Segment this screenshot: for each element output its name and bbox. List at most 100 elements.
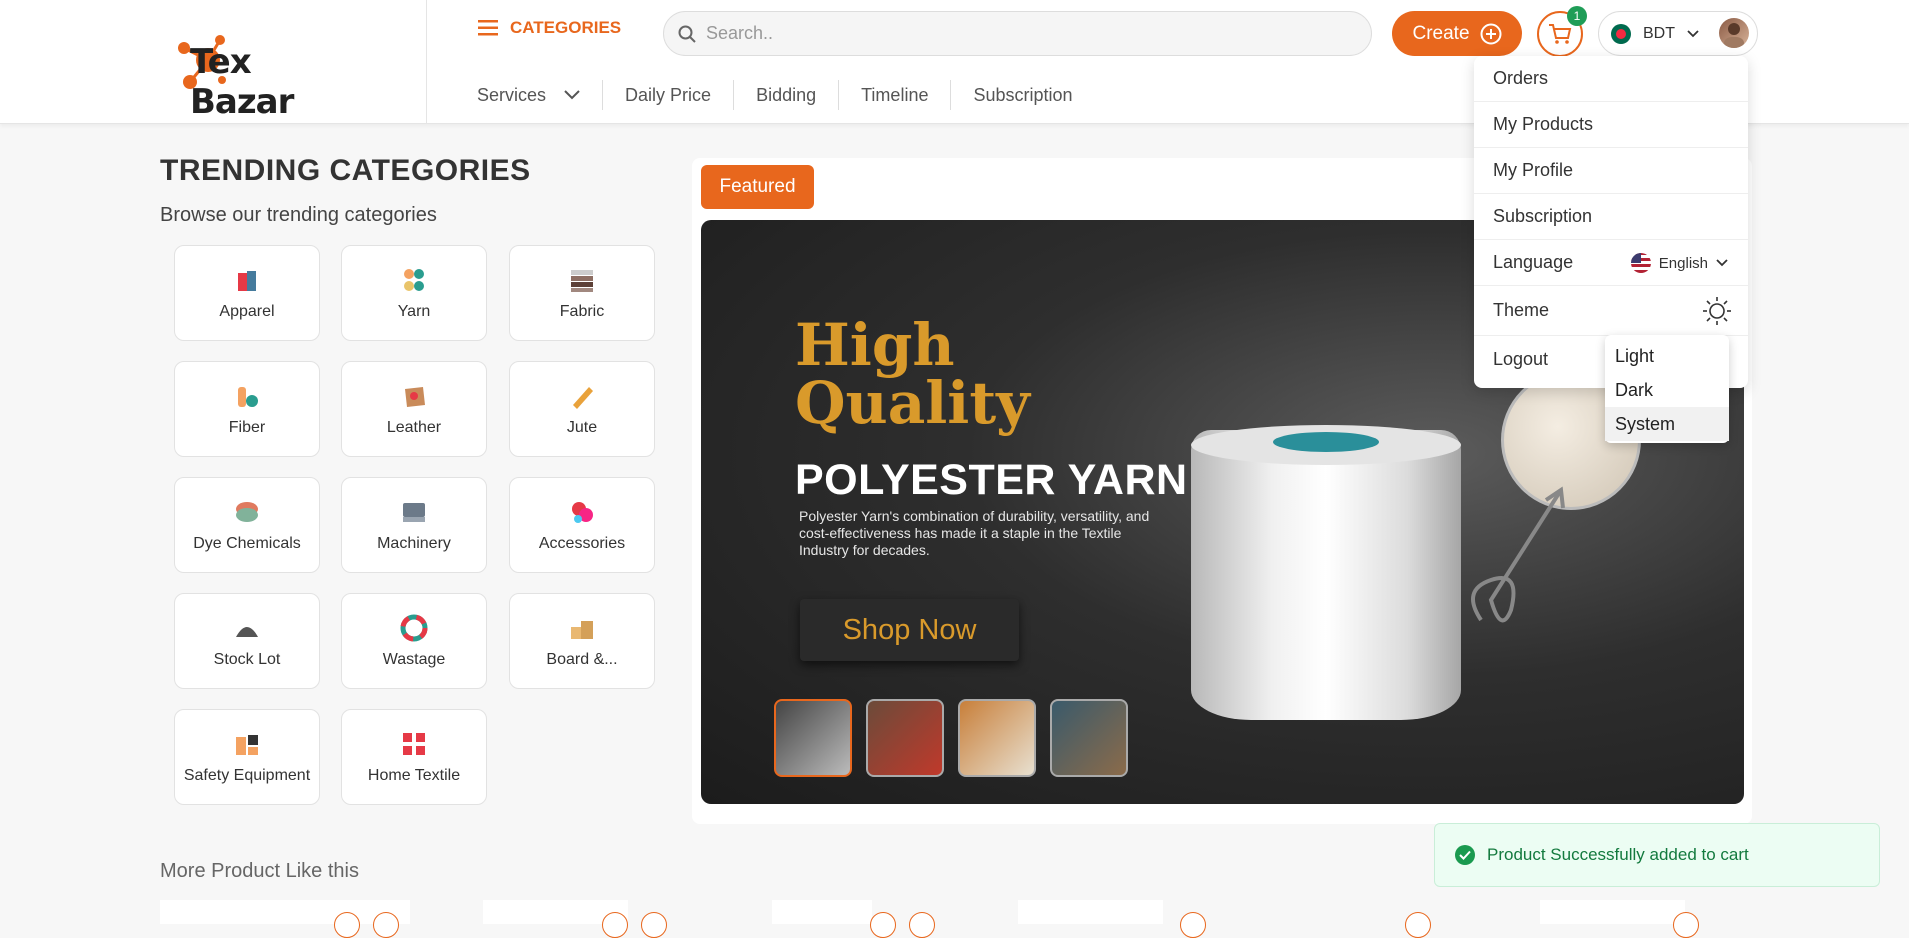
category-label: Leather (386, 419, 442, 436)
category-accessories[interactable]: Accessories (509, 477, 655, 573)
menu-orders[interactable]: Orders (1474, 56, 1748, 102)
cart-button[interactable]: 1 (1537, 6, 1587, 57)
search-bar[interactable] (663, 11, 1372, 56)
wishlist-heart-icon[interactable] (1673, 912, 1699, 938)
theme-option-system[interactable]: System (1605, 407, 1729, 441)
category-fiber[interactable]: Fiber (174, 361, 320, 457)
language-selector[interactable]: English (1630, 240, 1728, 286)
category-label: Board &... (546, 651, 618, 668)
check-circle-icon (1455, 845, 1475, 865)
category-machinery[interactable]: Machinery (341, 477, 487, 573)
category-dye-chemicals[interactable]: Dye Chemicals (174, 477, 320, 573)
wishlist-heart-icon[interactable] (870, 912, 896, 938)
nav-timeline-label: Timeline (861, 84, 929, 105)
nav-bidding[interactable]: Bidding (733, 80, 838, 110)
banner-headline: High Quality (795, 316, 1030, 432)
category-yarn[interactable]: Yarn (341, 245, 487, 341)
nav-daily-price[interactable]: Daily Price (602, 80, 733, 110)
category-label: Dye Chemicals (193, 535, 301, 552)
thumbnail-3[interactable] (958, 699, 1036, 777)
categories-label: CATEGORIES (510, 18, 622, 37)
banner-title: POLYESTER YARN (795, 456, 1188, 504)
trending-subtitle: Browse our trending categories (160, 204, 437, 226)
category-label: Accessories (538, 535, 626, 552)
user-avatar[interactable] (1719, 18, 1749, 48)
wishlist-heart-icon[interactable] (1180, 912, 1206, 938)
category-label: Home Textile (367, 767, 461, 784)
theme-option-dark[interactable]: Dark (1605, 373, 1729, 407)
category-wastage[interactable]: Wastage (341, 593, 487, 689)
wishlist-heart-icon[interactable] (602, 912, 628, 938)
category-board[interactable]: Board &... (509, 593, 655, 689)
plus-circle-icon (1480, 23, 1502, 44)
compare-icon[interactable] (641, 912, 667, 938)
more-products-strip (160, 900, 1880, 924)
nav-subscription[interactable]: Subscription (950, 80, 1094, 110)
compare-icon[interactable] (909, 912, 935, 938)
category-fabric[interactable]: Fabric (509, 245, 655, 341)
menu-subscription[interactable]: Subscription (1474, 194, 1748, 240)
category-label: Safety Equipment (183, 767, 311, 784)
thumbnail-4[interactable] (1050, 699, 1128, 777)
sun-icon[interactable] (1702, 296, 1732, 326)
product-card[interactable] (1540, 900, 1685, 924)
product-card[interactable] (1018, 900, 1163, 924)
thumbnail-2[interactable] (866, 699, 944, 777)
shop-now-button[interactable]: Shop Now (800, 599, 1019, 661)
nav-subscription-label: Subscription (973, 84, 1073, 105)
wishlist-heart-icon[interactable] (334, 912, 360, 938)
search-input[interactable] (706, 23, 1306, 44)
menu-my-profile[interactable]: My Profile (1474, 148, 1748, 194)
category-apparel[interactable]: Apparel (174, 245, 320, 341)
main-nav: Services Daily Price Bidding Timeline Su… (477, 80, 1095, 110)
arrow-doodle-icon (1471, 486, 1565, 623)
theme-option-light[interactable]: Light (1605, 339, 1729, 373)
category-jute[interactable]: Jute (509, 361, 655, 457)
success-toast: Product Successfully added to cart (1434, 823, 1880, 887)
home-textile-icon (403, 733, 425, 755)
banner-thumbnails (774, 699, 1128, 777)
product-card[interactable] (160, 900, 410, 924)
menu-language: Language English (1474, 240, 1748, 286)
bangladesh-flag-icon (1611, 23, 1631, 44)
category-home-textile[interactable]: Home Textile (341, 709, 487, 805)
hamburger-icon (478, 20, 498, 36)
product-card[interactable] (772, 900, 872, 924)
toast-message: Product Successfully added to cart (1487, 845, 1749, 864)
category-leather[interactable]: Leather (341, 361, 487, 457)
tex-bazar-logo[interactable]: Tex Bazar (170, 30, 330, 122)
thumbnail-1[interactable] (774, 699, 852, 777)
wishlist-heart-icon[interactable] (1405, 912, 1431, 938)
currency-selector[interactable]: BDT (1598, 11, 1758, 56)
cart-icon (1549, 24, 1572, 44)
accessories-icon (572, 502, 593, 523)
board-icon (571, 621, 593, 639)
categories-button[interactable]: CATEGORIES (478, 18, 621, 38)
category-label: Fabric (559, 303, 605, 320)
stock-lot-icon (236, 627, 258, 637)
create-button[interactable]: Create (1392, 11, 1522, 56)
more-products-title: More Product Like this (160, 860, 359, 882)
chevron-down-icon (1716, 259, 1728, 267)
nav-services[interactable]: Services (477, 80, 602, 110)
category-safety-equipment[interactable]: Safety Equipment (174, 709, 320, 805)
compare-icon[interactable] (373, 912, 399, 938)
category-label: Yarn (397, 303, 431, 320)
yarn-spool-core (1273, 432, 1379, 452)
category-label: Apparel (219, 303, 275, 320)
trending-title: TRENDING CATEGORIES (160, 154, 531, 187)
apparel-icon (238, 271, 256, 291)
banner-description: Polyester Yarn's combination of durabili… (799, 508, 1150, 558)
menu-my-products[interactable]: My Products (1474, 102, 1748, 148)
headline-line-2: Quality (795, 369, 1030, 437)
user-photo-icon (1724, 23, 1744, 48)
fabric-icon (571, 270, 593, 292)
theme-options-menu: Light Dark System (1605, 335, 1729, 443)
category-stock-lot[interactable]: Stock Lot (174, 593, 320, 689)
safety-equipment-icon (236, 735, 258, 755)
us-flag-icon (1630, 253, 1651, 273)
nav-timeline[interactable]: Timeline (838, 80, 950, 110)
nav-daily-price-label: Daily Price (625, 84, 712, 105)
search-icon (678, 25, 696, 43)
category-label: Machinery (377, 535, 451, 552)
